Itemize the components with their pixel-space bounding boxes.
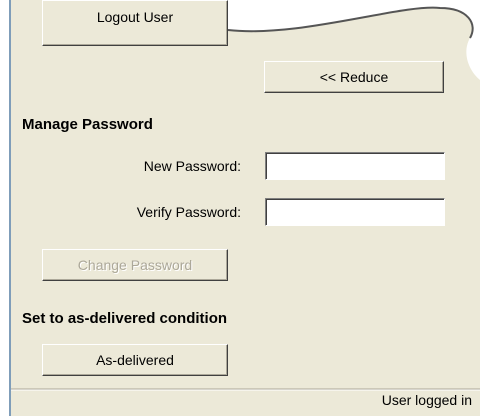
as-delivered-button[interactable]: As-delivered [42,344,228,376]
reduce-button[interactable]: << Reduce [264,61,444,93]
logout-user-label: Logout User [96,9,174,25]
verify-password-field[interactable] [265,198,445,226]
change-password-button[interactable]: Change Password [42,249,228,281]
as-delivered-heading: Set to as-delivered condition [22,310,228,327]
new-password-field[interactable] [265,152,445,180]
as-delivered-label: As-delivered [96,352,174,368]
status-bar-text: User logged in [381,392,472,408]
change-password-label: Change Password [77,257,193,273]
new-password-label: New Password: [143,158,241,174]
verify-password-label: Verify Password: [136,204,241,220]
logout-user-button[interactable]: Logout User [42,0,228,46]
reduce-label: << Reduce [319,69,389,85]
manage-password-heading: Manage Password [22,116,153,133]
